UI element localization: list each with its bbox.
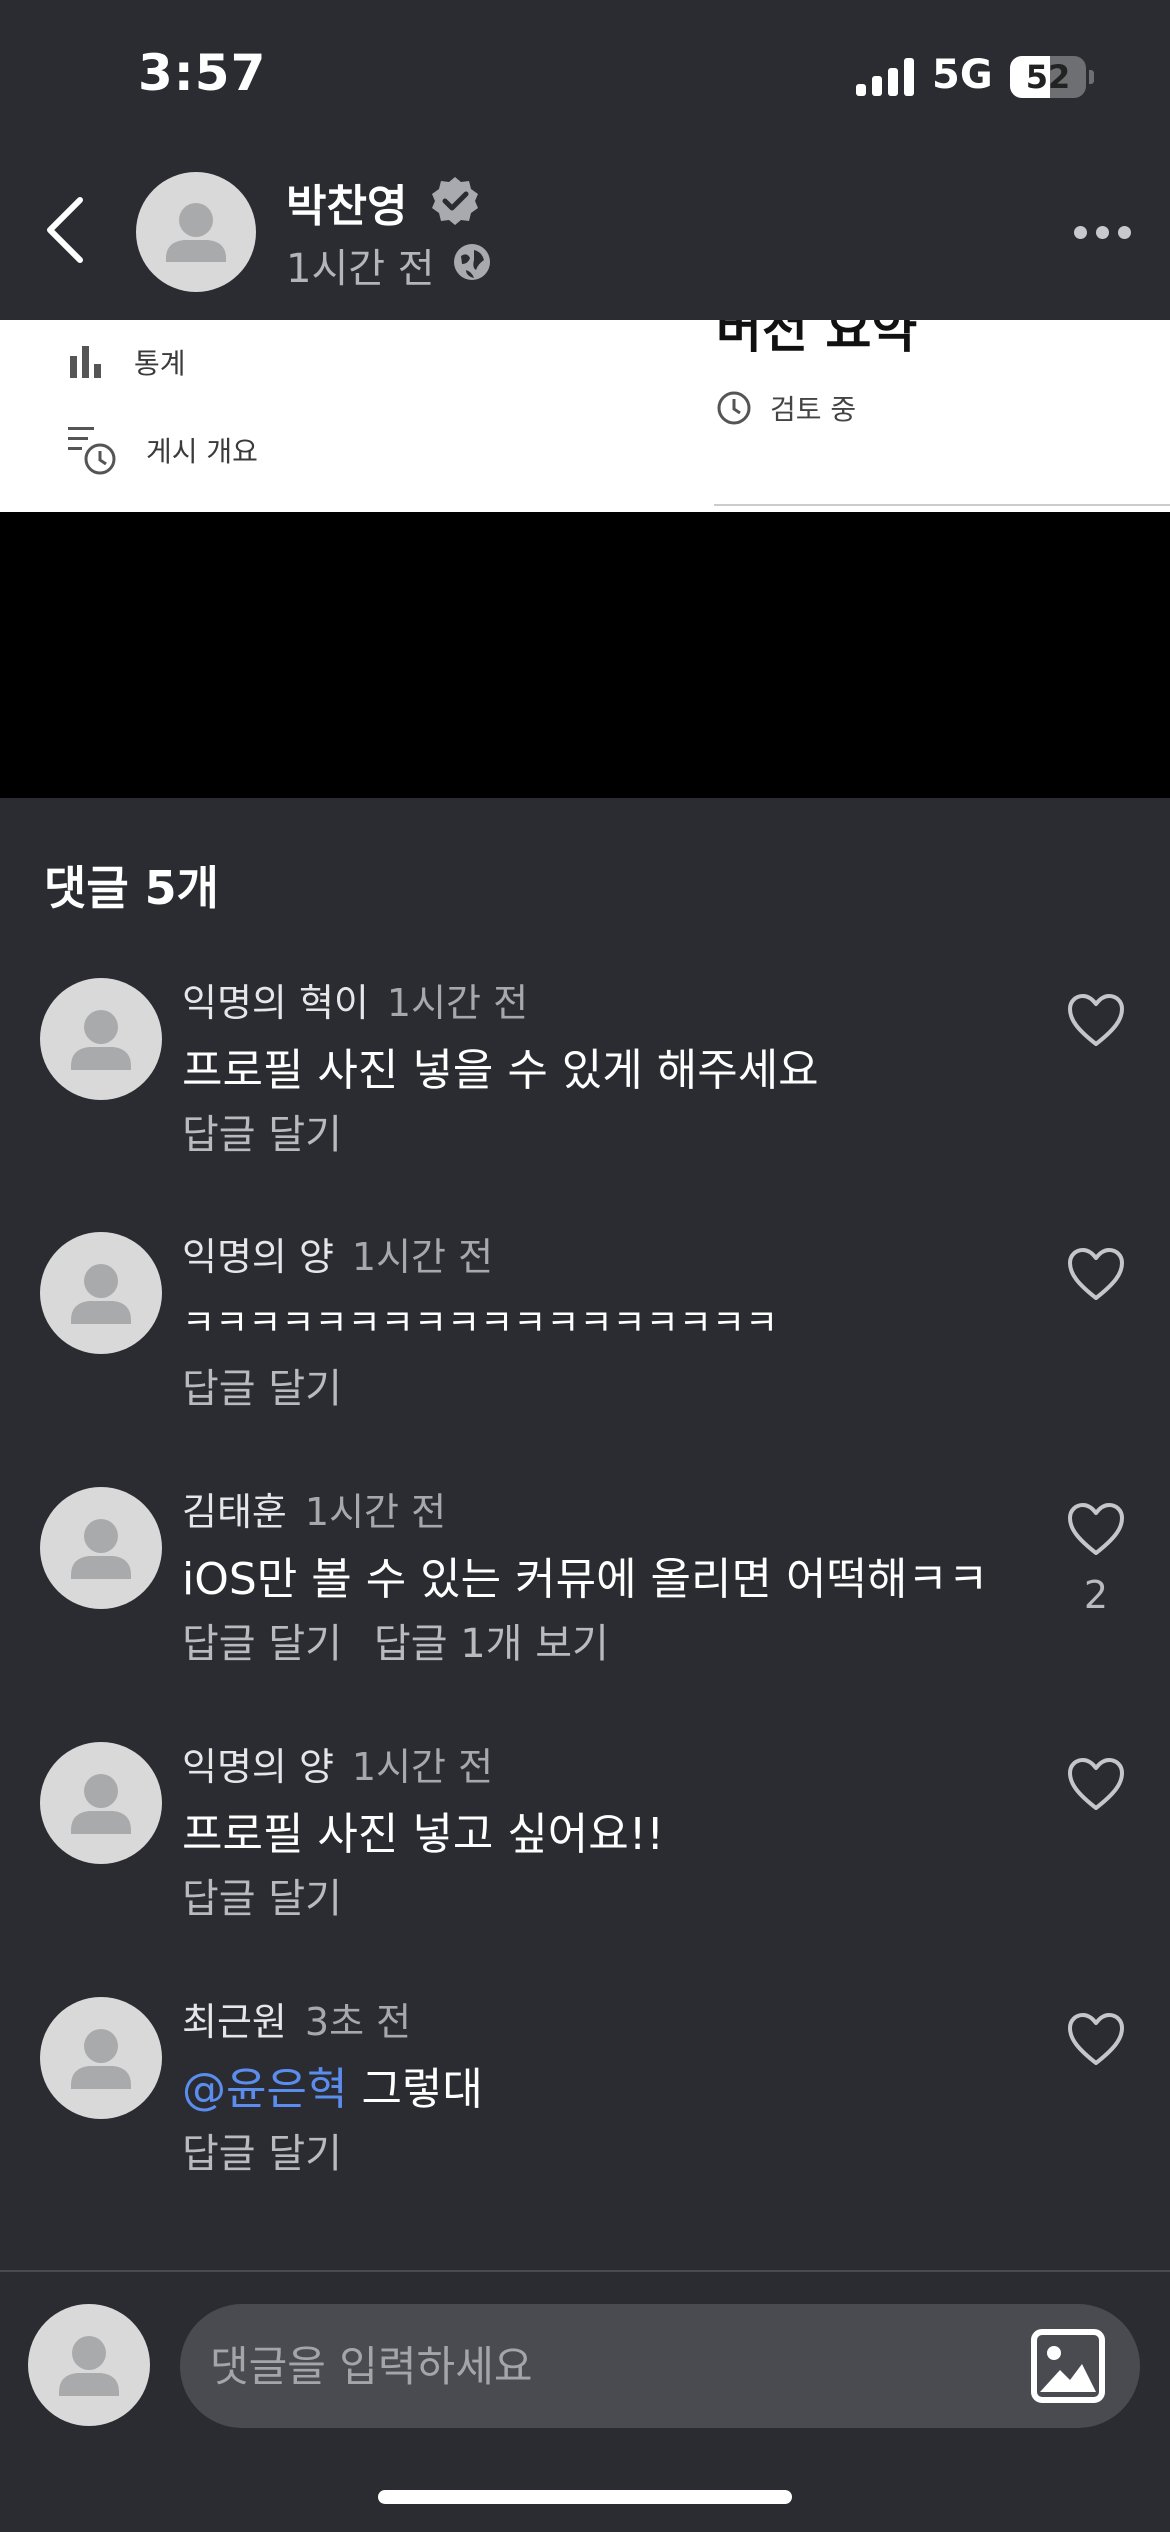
author-avatar[interactable]: [136, 172, 256, 292]
comment-meta: 김태훈 1시간 전: [182, 1481, 446, 1536]
comment-item: 최근원 3초 전 @윤은혁 그렇대 답글 달기: [0, 1997, 1170, 2237]
comment-actions: 답글 달기 답글 1개 보기: [182, 1611, 609, 1669]
comment-text: @윤은혁 그렇대: [182, 2053, 483, 2117]
comment-item: 김태훈 1시간 전 iOS만 볼 수 있는 커뮤에 올리면 어떡해ㅋㅋ 답글 달기…: [0, 1487, 1170, 1727]
comment-author[interactable]: 익명의 양: [182, 1745, 334, 1789]
comment-meta: 최근원 3초 전: [182, 1991, 411, 2046]
view-replies-button[interactable]: 답글 1개 보기: [374, 1621, 609, 1667]
image-attach-icon[interactable]: [1028, 2326, 1108, 2406]
comment-author[interactable]: 최근원: [182, 2000, 287, 2044]
status-time: 3:57: [138, 44, 267, 102]
comment-meta: 익명의 혁이 1시간 전: [182, 972, 528, 1027]
status-bar: 3:57 5G 52: [0, 0, 1170, 150]
comment-text: 프로필 사진 넣고 싶어요!!: [182, 1809, 665, 1860]
battery-tip: [1089, 70, 1094, 84]
post-header: 박찬영 1시간 전: [0, 150, 1170, 320]
more-options-button[interactable]: [1074, 220, 1134, 244]
list-clock-icon: [68, 427, 116, 475]
comment-time: 1시간 전: [351, 1745, 494, 1789]
heart-icon[interactable]: [1066, 1756, 1126, 1812]
comment-text-body: 그렇대: [347, 2064, 483, 2115]
comment-meta: 익명의 양 1시간 전: [182, 1736, 493, 1791]
comment-actions: 답글 달기: [182, 2121, 342, 2179]
heart-icon[interactable]: [1066, 1246, 1126, 1302]
input-divider: [0, 2270, 1170, 2272]
more-dot-icon: [1096, 226, 1109, 239]
battery-icon: 52: [1010, 56, 1086, 98]
user-avatar-icon: [136, 172, 256, 292]
post-time: 1시간 전: [286, 246, 435, 292]
comments-count-title: 댓글 5개: [44, 861, 219, 915]
embed-row-label: 통계: [134, 347, 186, 380]
embed-divider: [714, 504, 1170, 506]
clock-icon: [717, 391, 751, 425]
bar-chart-icon: [70, 346, 101, 378]
more-dot-icon: [1074, 226, 1087, 239]
comment-text: iOS만 볼 수 있는 커뮤에 올리면 어떡해ㅋㅋ: [182, 1554, 989, 1605]
verified-badge-icon: [432, 177, 478, 225]
battery-level: 52: [1025, 58, 1071, 96]
user-avatar-icon[interactable]: [40, 1742, 162, 1864]
mention-link[interactable]: @윤은혁: [182, 2064, 347, 2115]
comment-item: 익명의 양 1시간 전 프로필 사진 넣고 싶어요!! 답글 달기: [0, 1742, 1170, 1982]
comment-input[interactable]: [210, 2304, 1010, 2428]
comment-time: 3초 전: [304, 2000, 412, 2044]
embed-status-label: 검토 중: [770, 393, 857, 426]
signal-icon: [856, 58, 914, 96]
reply-button[interactable]: 답글 달기: [182, 1366, 342, 1412]
embed-row-label: 게시 개요: [146, 435, 258, 468]
comment-actions: 답글 달기: [182, 1866, 342, 1924]
back-button[interactable]: [38, 190, 98, 270]
chevron-left-icon: [47, 197, 83, 263]
post-image-dark-area: [0, 512, 1170, 798]
comment-item: 익명의 양 1시간 전 ㅋㅋㅋㅋㅋㅋㅋㅋㅋㅋㅋㅋㅋㅋㅋㅋㅋㅋ 답글 달기: [0, 1232, 1170, 1472]
comment-meta: 익명의 양 1시간 전: [182, 1226, 493, 1281]
comment-author[interactable]: 익명의 양: [182, 1235, 334, 1279]
heart-icon[interactable]: [1066, 2011, 1126, 2067]
embed-row-stats: 통계: [66, 332, 186, 392]
user-avatar-icon[interactable]: [40, 1232, 162, 1354]
comment-item: 익명의 혁이 1시간 전 프로필 사진 넣을 수 있게 해주세요 답글 달기: [0, 978, 1170, 1218]
network-label: 5G: [932, 52, 993, 98]
home-indicator: [378, 2490, 792, 2504]
embed-row-overview: 게시 개요: [66, 420, 258, 480]
heart-icon[interactable]: [1066, 992, 1126, 1048]
post-image-embed: 통계 게시 개요 버전 요약 검토 중: [0, 320, 1170, 512]
reply-button[interactable]: 답글 달기: [182, 1621, 342, 1667]
comment-actions: 답글 달기: [182, 1102, 342, 1160]
embed-status: 검토 중: [716, 388, 856, 428]
more-dot-icon: [1118, 226, 1131, 239]
comment-text: 프로필 사진 넣을 수 있게 해주세요: [182, 1045, 819, 1096]
comment-time: 1시간 전: [386, 981, 529, 1025]
comment-time: 1시간 전: [351, 1235, 494, 1279]
reply-button[interactable]: 답글 달기: [182, 2131, 342, 2177]
comment-text: ㅋㅋㅋㅋㅋㅋㅋㅋㅋㅋㅋㅋㅋㅋㅋㅋㅋㅋ: [182, 1303, 779, 1344]
comment-author[interactable]: 김태훈: [182, 1490, 287, 1534]
comment-time: 1시간 전: [304, 1490, 447, 1534]
comment-actions: 답글 달기: [182, 1356, 342, 1414]
comment-author[interactable]: 익명의 혁이: [182, 981, 369, 1025]
reply-button[interactable]: 답글 달기: [182, 1876, 342, 1922]
embed-title: 버전 요약: [716, 320, 918, 359]
user-avatar-icon[interactable]: [40, 1487, 162, 1609]
author-name[interactable]: 박찬영: [286, 170, 407, 234]
reply-button[interactable]: 답글 달기: [182, 1112, 342, 1158]
user-avatar-icon[interactable]: [40, 1997, 162, 2119]
user-avatar-icon[interactable]: [40, 978, 162, 1100]
like-count: 2: [1083, 1573, 1109, 1617]
user-avatar-icon: [28, 2304, 150, 2426]
globe-icon: [454, 244, 490, 280]
heart-icon[interactable]: [1066, 1501, 1126, 1557]
comment-input-box: [180, 2304, 1140, 2428]
